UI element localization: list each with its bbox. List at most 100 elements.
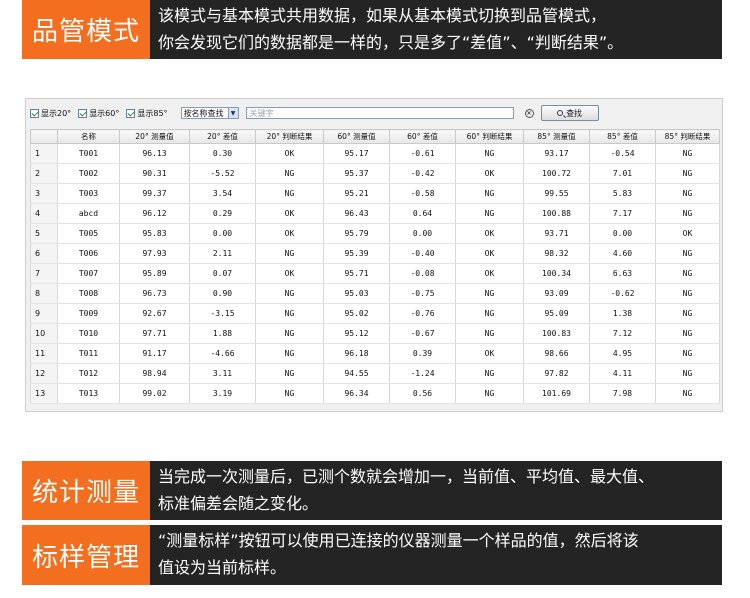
show-85-checkbox[interactable]: 显示85° [126, 108, 168, 119]
table-cell: OK [455, 263, 524, 284]
table-cell: -0.75 [389, 283, 456, 304]
table-cell: NG [655, 303, 720, 324]
table-cell: NG [655, 383, 720, 404]
banner-title: 品管模式 [22, 0, 150, 59]
table-cell: -0.40 [389, 243, 456, 264]
row-index: 4 [30, 203, 58, 224]
table-cell: 4.60 [589, 243, 656, 264]
table-cell: OK [255, 143, 324, 164]
table-cell: 93.09 [523, 283, 590, 304]
column-header[interactable]: 85° 判断结果 [655, 129, 720, 144]
table-cell: 100.72 [523, 163, 590, 184]
keyword-input[interactable]: 关键字 [245, 107, 514, 119]
table-row[interactable]: 2 T002 90.31 -5.52 NG 95.37 -0.42 OK 100.72 7.01 N… [30, 163, 720, 184]
table-cell: 0.30 [189, 143, 256, 164]
toolbar: 显示20° 显示60° 显示85° 按名称查找 ▼ 关键字 ✕ 查找 [26, 99, 722, 127]
table-row[interactable]: 12 T012 98.94 3.11 NG 94.55 -1.24 NG 97.82 4.11 NG [30, 363, 720, 384]
table-cell: NG [455, 363, 524, 384]
table-row[interactable]: 4 abcd 96.12 0.29 OK 96.43 0.64 NG 100.88 7.17 NG [30, 203, 720, 224]
table-cell: T008 [57, 283, 120, 304]
column-header[interactable]: 20° 差值 [189, 129, 256, 144]
table-cell: 3.54 [189, 183, 256, 204]
row-index: 5 [30, 223, 58, 244]
table-cell: 95.37 [323, 163, 390, 184]
search-mode-select[interactable]: 按名称查找 ▼ [180, 107, 239, 119]
table-row[interactable]: 11 T011 91.17 -4.66 NG 96.18 0.39 OK 98.66 4.95 NG [30, 343, 720, 364]
table-cell: 100.34 [523, 263, 590, 284]
table-cell: 97.71 [119, 323, 190, 344]
clear-icon[interactable]: ✕ [524, 108, 534, 118]
table-cell: 0.00 [189, 223, 256, 244]
table-cell: 0.29 [189, 203, 256, 224]
column-header[interactable]: 20° 测量值 [119, 129, 190, 144]
table-cell: -0.58 [389, 183, 456, 204]
table-row[interactable]: 8 T008 96.73 0.90 NG 95.03 -0.75 NG 93.09 -0.62 NG [30, 283, 720, 304]
table-row[interactable]: 6 T006 97.93 2.11 NG 95.39 -0.40 OK 98.32 4.60 NG [30, 243, 720, 264]
column-header[interactable]: 名称 [57, 129, 120, 144]
column-header[interactable]: 60° 判断结果 [455, 129, 524, 144]
table-cell: 97.82 [523, 363, 590, 384]
row-index: 6 [30, 243, 58, 264]
table-cell: OK [255, 223, 324, 244]
table-cell: 93.71 [523, 223, 590, 244]
search-button[interactable]: 查找 [540, 105, 599, 121]
banner-statistics: 统计测量 当完成一次测量后，已测个数就会增加一，当前值、平均值、最大值、 标准偏… [22, 461, 722, 520]
column-header[interactable]: 85° 测量值 [523, 129, 590, 144]
table-row[interactable]: 7 T007 95.89 0.07 OK 95.71 -0.08 OK 100.34 6.63 NG [30, 263, 720, 284]
column-header[interactable]: 85° 差值 [589, 129, 656, 144]
table-cell: 91.17 [119, 343, 190, 364]
table-cell: 95.89 [119, 263, 190, 284]
table-cell: NG [655, 283, 720, 304]
table-cell: NG [655, 163, 720, 184]
table-cell: -0.62 [589, 283, 656, 304]
table-cell: 0.00 [389, 223, 456, 244]
banner-standard-management: 标样管理 “测量标样”按钮可以使用已连接的仪器测量一个样品的值，然后将该 值设为… [22, 525, 722, 585]
table-row[interactable]: 9 T009 92.67 -3.15 NG 95.02 -0.76 NG 95.09 1.38 NG [30, 303, 720, 324]
table-cell: 95.17 [323, 143, 390, 164]
search-icon [557, 110, 564, 116]
table-cell: 1.38 [589, 303, 656, 324]
table-row[interactable]: 3 T003 99.37 3.54 NG 95.21 -0.58 NG 99.55 5.83 NG [30, 183, 720, 204]
table-cell: 92.67 [119, 303, 190, 324]
row-index: 8 [30, 283, 58, 304]
table-cell: 0.90 [189, 283, 256, 304]
table-cell: NG [655, 323, 720, 344]
table-cell: NG [255, 383, 324, 404]
table-cell: T002 [57, 163, 120, 184]
row-index: 13 [30, 383, 58, 404]
table-cell: 95.02 [323, 303, 390, 324]
table-cell: T011 [57, 343, 120, 364]
table-cell: 95.71 [323, 263, 390, 284]
column-header[interactable]: 60° 差值 [389, 129, 456, 144]
show-85-label: 显示85° [137, 108, 168, 118]
table-cell: 98.32 [523, 243, 590, 264]
table-row[interactable]: 1 T001 96.13 0.30 OK 95.17 -0.61 NG 93.17 -0.54 NG [30, 143, 720, 164]
search-mode-value: 按名称查找 [183, 108, 224, 118]
table-cell: 95.21 [323, 183, 390, 204]
column-header[interactable] [30, 129, 58, 144]
show-20-checkbox[interactable]: 显示20° [30, 108, 71, 119]
table-cell: 1.88 [189, 323, 256, 344]
column-header[interactable]: 60° 测量值 [323, 129, 390, 144]
banner-line: 当完成一次测量后，已测个数就会增加一，当前值、平均值、最大值、 [158, 467, 655, 486]
show-60-checkbox[interactable]: 显示60° [78, 108, 119, 119]
table-cell: OK [255, 263, 324, 284]
table-cell: 6.63 [589, 263, 656, 284]
table-cell: 99.37 [119, 183, 190, 204]
row-index: 1 [30, 143, 58, 164]
table-cell: T007 [57, 263, 120, 284]
table-cell: 98.66 [523, 343, 590, 364]
table-cell: NG [255, 323, 324, 344]
table-cell: NG [255, 343, 324, 364]
table-row[interactable]: 13 T013 99.02 3.19 NG 96.34 0.56 NG 101.69 7.98 NG [30, 383, 720, 404]
table-row[interactable]: 10 T010 97.71 1.88 NG 95.12 -0.67 NG 100.83 7.12 N… [30, 323, 720, 344]
table-row[interactable]: 5 T005 95.83 0.00 OK 95.79 0.00 OK 93.71 0.00 OK [30, 223, 720, 244]
table-cell: 2.11 [189, 243, 256, 264]
column-header[interactable]: 20° 判断结果 [255, 129, 324, 144]
table-cell: 96.13 [119, 143, 190, 164]
show-20-label: 显示20° [41, 108, 72, 118]
show-60-label: 显示60° [89, 108, 120, 118]
table-cell: 3.11 [189, 363, 256, 384]
table-cell: -0.61 [389, 143, 456, 164]
table-cell: 95.03 [323, 283, 390, 304]
